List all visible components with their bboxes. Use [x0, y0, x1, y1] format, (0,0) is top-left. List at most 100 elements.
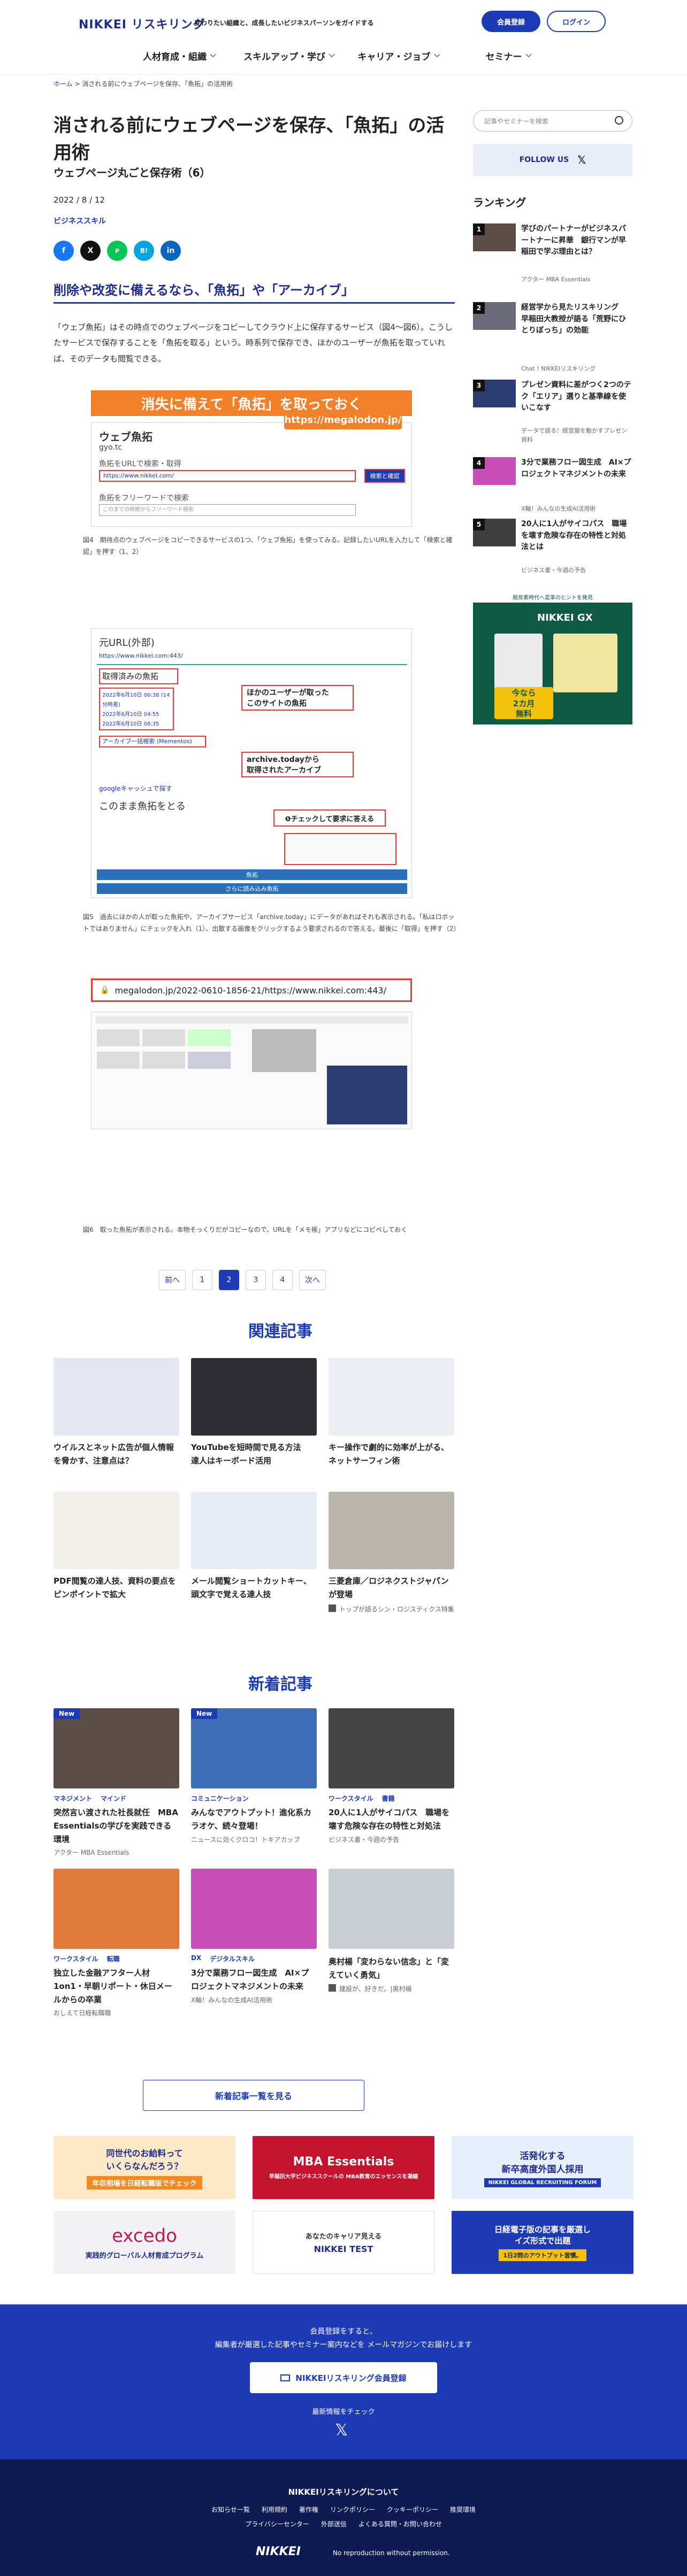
related-card-title: キー操作で劇的に効率が上がる、ネットサーフィン術	[329, 1443, 449, 1466]
tag-link[interactable]: マインド	[101, 1794, 126, 1803]
related-card[interactable]: PDF閲覧の達人技、資料の要点をピンポイントで拡大	[54, 1492, 179, 1601]
tag-link[interactable]: 転職	[107, 1954, 120, 1963]
register-button[interactable]: 会員登録	[482, 11, 540, 32]
footer-link[interactable]: 著作権	[299, 2505, 318, 2514]
search-input[interactable]: 記事やセミナーを検索	[473, 110, 632, 132]
tag-link[interactable]: デジタルスキル	[210, 1954, 255, 1963]
tag-link[interactable]: ワークスタイル	[54, 1954, 98, 1963]
follow-us[interactable]: FOLLOW US 𝕏	[473, 144, 632, 176]
latest-card[interactable]: ワークスタイル 書籍 20人に1人がサイコパス 職場を壊す危険な存在の特性と対処法…	[329, 1708, 454, 1844]
article-date: 2022 / 8 / 12	[54, 195, 105, 205]
ranking-title-text: 20人に1人がサイコパス 職場を壊す危険な存在の特性と対処法とは	[521, 520, 627, 552]
footer-links-row2: プライバシーセンター 外部送信 よくある質問・お問い合わせ	[0, 2519, 687, 2528]
footer-cta-line1: 会員登録をすると、	[310, 2327, 377, 2336]
footer-link[interactable]: プライバシーセンター	[245, 2519, 309, 2528]
next-page-button[interactable]: 次へ	[299, 1270, 326, 1290]
site-logo[interactable]: NIKKEI リスキリング	[79, 15, 205, 32]
banner-excedo[interactable]: excedo 実践的グローバル人材育成プログラム	[54, 2211, 235, 2274]
banner-mba[interactable]: MBA Essentials 早稲田大学ビジネススクールの MBA教育のエッセン…	[253, 2136, 434, 2199]
related-thumb	[329, 1358, 454, 1436]
ranking-number: 5	[473, 519, 485, 530]
related-thumb	[54, 1358, 179, 1436]
login-button[interactable]: ログイン	[547, 11, 606, 32]
ranking-item[interactable]: 1 学びのパートナーがビジネスパートナーに昇華 銀行マンが早稲田で学ぶ理由とは？…	[473, 223, 632, 283]
related-card[interactable]: ウイルスとネット広告が個人情報を脅かす、注意点は？	[54, 1358, 179, 1468]
page-3-button[interactable]: 3	[246, 1270, 266, 1290]
footer-link[interactable]: お知らせ一覧	[211, 2505, 250, 2514]
nav-item-career[interactable]: キャリア・ジョブ	[344, 45, 453, 66]
x-icon[interactable]: 𝕏	[577, 153, 586, 166]
footer-nikkei-logo[interactable]: NIKKEI	[256, 2545, 301, 2558]
banner-quiz[interactable]: 日経電子版の記事を厳選し イズ形式で出題 1日2問のアウトプット習慣。	[452, 2211, 633, 2274]
banner-salary[interactable]: 同世代のお給料って いくらなんだろう？ 年収相場を日経転職版でチェック	[54, 2136, 235, 2199]
ranking-item[interactable]: 3 プレゼン資料に差がつく2つのテク「エリア」選りと基準線を使いこなす データで…	[473, 380, 632, 443]
page-1-button[interactable]: 1	[192, 1270, 212, 1290]
fig6-browser-bar	[96, 1016, 408, 1024]
tag-link[interactable]: コミュニケーション	[191, 1794, 249, 1803]
banner-text: あなたのキャリア見える	[305, 2233, 382, 2241]
latest-card[interactable]: DX デジタルスキル 3分で業務フロー図生成 AI×プロジェクトマネジメントの未来…	[191, 1869, 317, 2004]
fig6-screenshot	[91, 1012, 412, 1129]
fig4-url-badge: https://megalodon.jp/	[284, 410, 402, 429]
mail-icon	[280, 2374, 291, 2381]
latest-card[interactable]: New コミュニケーション みんなでアウトプット！進化系カラオケ、続々登場！ ニ…	[191, 1708, 317, 1844]
tag-link[interactable]: ワークスタイル	[329, 1794, 373, 1803]
line-share-icon[interactable]: P	[107, 241, 127, 261]
linkedin-share-icon[interactable]: in	[161, 241, 181, 261]
footer-link[interactable]: 外部送信	[321, 2519, 347, 2528]
ranking-item[interactable]: 5 20人に1人がサイコパス 職場を壊す危険な存在の特性と対処法とは ビジネス書…	[473, 519, 632, 574]
ranking-item[interactable]: 2 経営学から見たリスキリング 早稲田大教授が語る「荒野にひとりぼっち」の効能 …	[473, 302, 632, 372]
latest-card[interactable]: ワークスタイル 転職 独立した金融アフター人材 1on1・早朝リポート・休日メール…	[54, 1869, 179, 2017]
banner-sub: NIKKEI TEST	[314, 2244, 373, 2254]
nav-item-skillup[interactable]: スキルアップ・学び	[234, 45, 344, 66]
article-category[interactable]: ビジネススキル	[54, 215, 106, 226]
latest-card-title: 突然言い渡された社長就任 MBA Essentialsの学びを実践できる環境	[54, 1808, 178, 1844]
banner-recruit[interactable]: 活発化する 新卒高度外国人採用 NIKKEI GLOBAL RECRUITING…	[452, 2136, 633, 2199]
footer-link[interactable]: クッキーポリシー	[387, 2505, 438, 2514]
hatena-share-icon[interactable]: B!	[134, 241, 154, 261]
chevron-down-icon	[210, 51, 216, 58]
ad-device-image	[553, 634, 617, 692]
page-2-button[interactable]: 2	[219, 1270, 239, 1290]
footer-link[interactable]: よくある質問・お問い合わせ	[358, 2519, 442, 2528]
footer-links: NIKKEIリスキリングについて お知らせ一覧 利用規約 著作権 リンクポリシー…	[0, 2459, 687, 2576]
x-share-icon[interactable]: X	[80, 241, 101, 261]
related-card[interactable]: 三菱倉庫／ロジネクストジャパンが登場 トップが語るシン・ロジスティクス特集	[329, 1492, 454, 1614]
tag-link[interactable]: 書籍	[382, 1794, 395, 1803]
banner-text: MBA Essentials	[293, 2155, 394, 2169]
related-card[interactable]: メール閲覧ショートカットキー、頭文字で覚える達人技	[191, 1492, 317, 1601]
latest-card[interactable]: 奥村楊「変わらない信念」と「変えていく勇気」 建設が、好きだ。|奥村楊	[329, 1869, 454, 1993]
pagination: 前へ 1 2 3 4 次へ	[159, 1270, 326, 1290]
sidebar-ad-gx[interactable]: 脱炭素時代へ変革のヒントを発見 NIKKEI GX 今なら 2カ月 無料	[473, 591, 632, 724]
footer-link[interactable]: 推奨環境	[450, 2505, 476, 2514]
facebook-share-icon[interactable]: f	[54, 241, 74, 261]
footer-about[interactable]: NIKKEIリスキリングについて	[0, 2486, 687, 2497]
new-badge: New	[191, 1708, 218, 1719]
related-card[interactable]: キー操作で劇的に効率が上がる、ネットサーフィン術	[329, 1358, 454, 1468]
tag-link[interactable]: DX	[191, 1954, 201, 1963]
lock-icon: 🔒	[100, 986, 110, 994]
tag-link[interactable]: マネジメント	[54, 1794, 92, 1803]
search-icon[interactable]	[615, 116, 623, 125]
footer-copyright: No reproduction without permission.	[333, 2549, 450, 2557]
banner-test[interactable]: あなたのキャリア見える NIKKEI TEST	[253, 2211, 434, 2274]
fig5-recaptcha	[284, 833, 396, 865]
fig4-word-input: このまでの時期からフリーワード検索	[99, 504, 356, 516]
breadcrumb-home[interactable]: ホーム	[54, 80, 73, 88]
footer-register-button[interactable]: NIKKEIリスキリング会員登録	[250, 2362, 437, 2393]
main-nav: 人材育成・組織 スキルアップ・学び キャリア・ジョブ セミナー	[0, 45, 687, 66]
footer-link[interactable]: リンクポリシー	[330, 2505, 375, 2514]
page-4-button[interactable]: 4	[272, 1270, 293, 1290]
prev-page-button[interactable]: 前へ	[159, 1270, 186, 1290]
ranking-item[interactable]: 4 3分で業務フロー図生成 AI×プロジェクトマネジメントの未来 X軸！みんなの…	[473, 457, 632, 512]
related-grid: ウイルスとネット広告が個人情報を脅かす、注意点は？ YouTubeを短時間で見る…	[54, 1358, 455, 1636]
latest-card[interactable]: New マネジメント マインド 突然言い渡された社長就任 MBA Essentia…	[54, 1708, 179, 1857]
site-tagline: 変わりたい組織と、成長したいビジネスパーソンをガイドする	[194, 19, 374, 27]
x-icon[interactable]: 𝕏	[335, 2421, 348, 2440]
heading-underline	[54, 302, 455, 304]
footer-link[interactable]: 利用規約	[262, 2505, 287, 2514]
nav-item-hr[interactable]: 人材育成・組織	[124, 45, 234, 66]
nav-item-seminar[interactable]: セミナー	[453, 45, 563, 66]
more-latest-button[interactable]: 新着記事一覧を見る	[143, 2080, 364, 2111]
related-card[interactable]: YouTubeを短時間で見る方法 達人はキーボード活用	[191, 1358, 317, 1468]
